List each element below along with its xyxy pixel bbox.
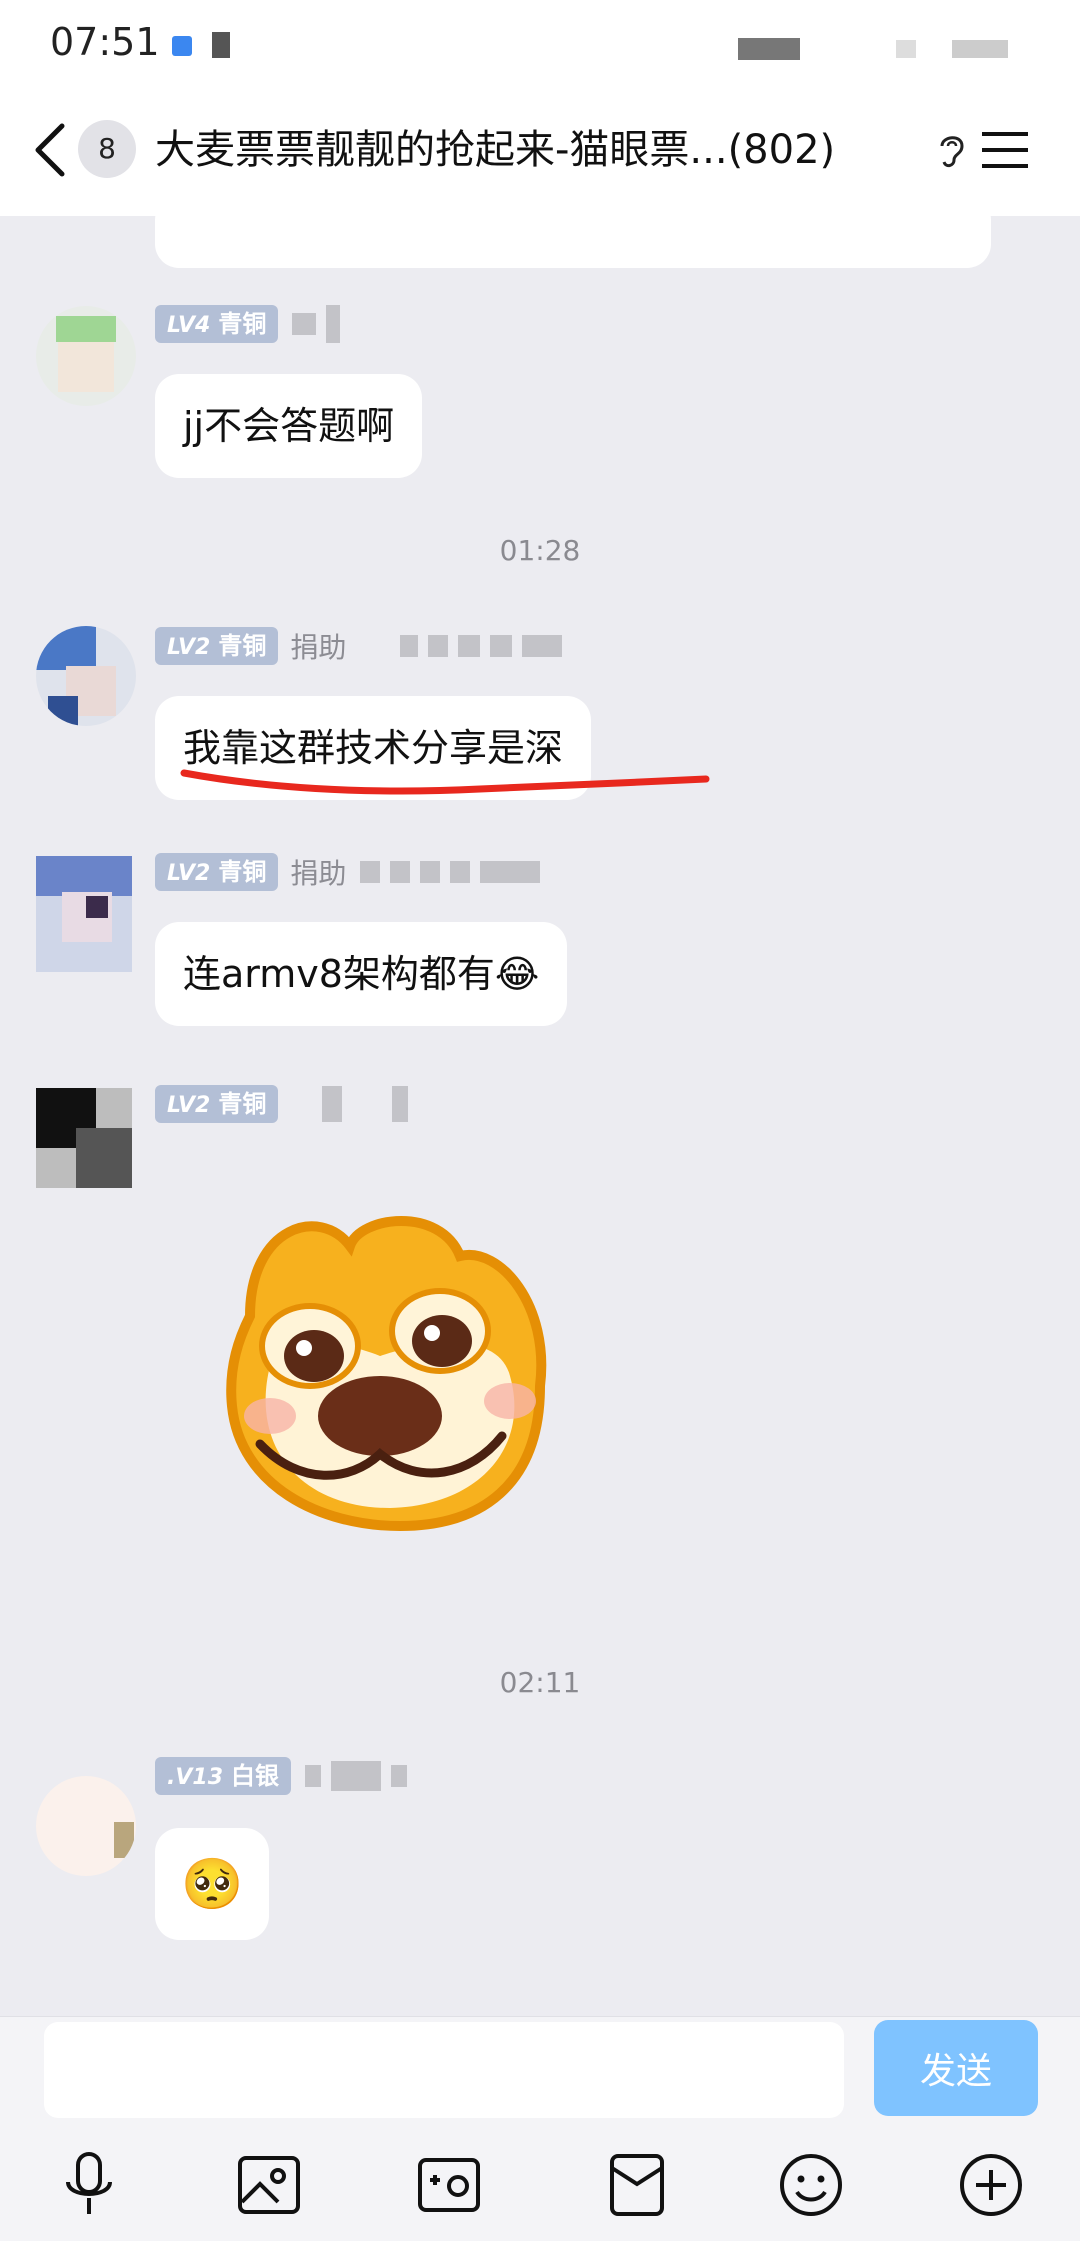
menu-icon[interactable] [982,130,1028,170]
message-bubble[interactable]: 连armv8架构都有😂 [155,922,568,1026]
level-badge: .V13 白银 [155,1757,291,1795]
microphone-icon[interactable] [54,2150,124,2220]
message-input[interactable] [44,2022,844,2118]
level-badge: LV4 青铜 [155,305,279,343]
donor-label: 捐助 [290,631,347,664]
wifi-icon [896,40,916,58]
red-underline-annotation [180,769,710,795]
avatar[interactable] [36,856,132,972]
donor-label: 捐助 [290,857,347,890]
sender-name[interactable] [305,1761,407,1791]
level-badge: LV2 青铜 [155,627,279,665]
sim-icon [212,32,230,58]
sender-name[interactable] [360,635,563,657]
sender-info: .V13 白银 [155,1756,407,1796]
avatar[interactable] [36,626,136,726]
sender-info: LV2 青铜 捐助 [155,852,541,892]
time-divider: 01:28 [499,534,581,567]
notification-icon [172,36,192,56]
avatar[interactable] [36,1088,132,1188]
message-bubble-partial[interactable] [155,196,991,268]
ear-icon[interactable] [936,130,968,170]
back-icon[interactable] [30,120,70,180]
sender-info: LV2 青铜 捐助 [155,626,563,666]
emoji-icon[interactable] [776,2150,846,2220]
image-icon[interactable] [234,2150,304,2220]
plus-icon[interactable] [956,2150,1026,2220]
red-packet-icon[interactable] [602,2150,672,2220]
status-bar: 07:51 [0,0,1080,90]
avatar[interactable] [36,306,136,406]
sender-name[interactable] [292,1086,409,1122]
chat-title: 大麦票票靓靓的抢起来-猫眼票...(802) [155,127,836,173]
unread-badge[interactable]: 8 [78,120,136,178]
time-divider: 02:11 [499,1666,581,1699]
camera-icon[interactable] [414,2150,484,2220]
level-badge: LV2 青铜 [155,1085,279,1123]
battery-icon [952,40,1008,58]
sender-info: LV2 青铜 [155,1084,409,1124]
avatar[interactable] [36,1776,136,1876]
message-bubble[interactable]: 🥺 [155,1828,270,1940]
message-list[interactable]: LV4 青铜 jj不会答题啊 01:28 LV2 青铜 捐助 我靠这群技术分享是深 … [0,196,1080,2016]
signal-icon [738,38,800,60]
message-bubble[interactable]: jj不会答题啊 [155,374,423,478]
sender-info: LV4 青铜 [155,304,341,344]
send-button[interactable]: 发送 [874,2020,1038,2116]
sender-name[interactable] [360,861,541,883]
level-badge: LV2 青铜 [155,853,279,891]
status-time: 07:51 [50,20,160,64]
dog-sticker[interactable] [210,1186,570,1556]
sender-name[interactable] [292,305,341,343]
